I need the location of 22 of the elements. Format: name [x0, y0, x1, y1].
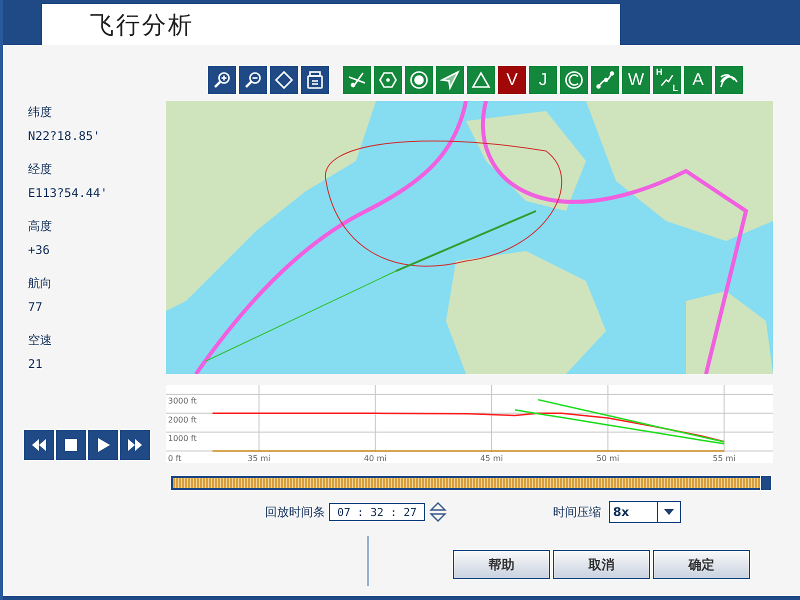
playback-time-label: 回放时间条	[265, 504, 325, 520]
compression-label: 时间压缩	[553, 504, 601, 520]
readout-label: 航向	[28, 275, 53, 292]
readout-value: +36	[28, 243, 51, 257]
x-tick-label: 55 mi	[712, 454, 736, 463]
y-tick-label: 0 ft	[168, 454, 182, 463]
y-tick-label: 2000 ft	[168, 415, 197, 424]
readout-label: 经度	[28, 161, 53, 178]
readout-value: 77	[28, 300, 44, 314]
x-tick-label: 35 mi	[248, 454, 270, 463]
readout-label: 纬度	[28, 104, 53, 121]
y-tick-label: 3000 ft	[168, 396, 197, 406]
y-tick-label: 1000 ft	[168, 434, 197, 444]
x-tick-label: 45 mi	[480, 454, 503, 463]
readout-label: 空速	[28, 332, 53, 349]
window-title: 飞行分析	[42, 4, 620, 45]
readout-value: E113?54.44'	[28, 186, 108, 200]
readout-label: 高度	[28, 218, 53, 235]
x-tick-label: 50 mi	[596, 454, 620, 463]
readout-value: N22?18.85'	[28, 129, 102, 143]
x-tick-label: 40 mi	[364, 454, 387, 463]
readout-value: 21	[28, 357, 44, 371]
